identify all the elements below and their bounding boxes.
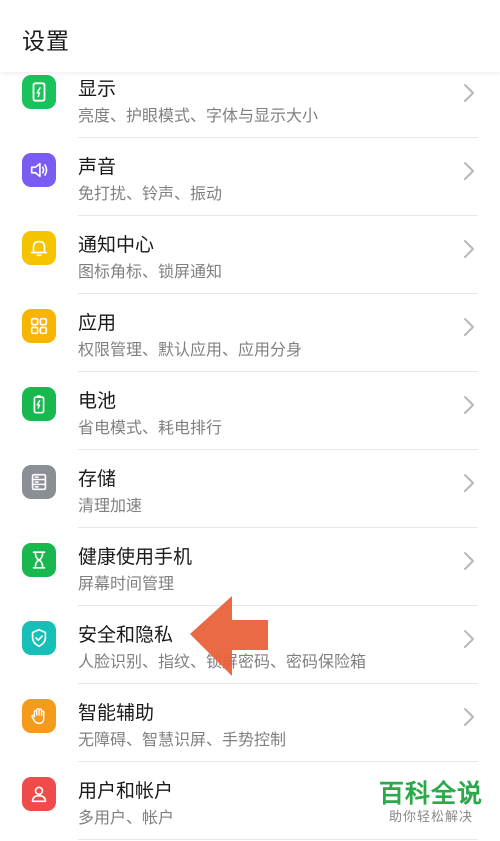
watermark-subtitle: 助你轻松解决 — [388, 810, 473, 825]
bell-icon — [22, 231, 56, 265]
settings-item-title: 通知中心 — [78, 234, 155, 256]
settings-item-battery[interactable]: 电池 省电模式、耗电排行 — [0, 372, 500, 450]
user-icon — [22, 777, 56, 811]
hourglass-icon — [22, 543, 56, 577]
settings-item-subtitle: 亮度、护眼模式、字体与显示大小 — [78, 106, 319, 125]
settings-item-apps[interactable]: 应用 权限管理、默认应用、应用分身 — [0, 294, 500, 372]
settings-item-notifications[interactable]: 通知中心 图标角标、锁屏通知 — [0, 216, 500, 294]
chevron-right-icon — [464, 240, 474, 258]
settings-item-title: 用户和帐户 — [78, 780, 174, 802]
page-title: 设置 — [22, 29, 70, 55]
settings-item-title: 安全和隐私 — [78, 624, 174, 646]
chevron-right-icon — [464, 474, 474, 492]
settings-list: 显示 亮度、护眼模式、字体与显示大小 声音 免打扰、铃声、振动 通知中心 图标角… — [0, 60, 500, 840]
chevron-right-icon — [464, 552, 474, 570]
settings-item-subtitle: 清理加速 — [78, 496, 143, 515]
battery-icon — [22, 387, 56, 421]
settings-item-subtitle: 免打扰、铃声、振动 — [78, 184, 223, 203]
settings-item-title: 声音 — [78, 156, 117, 178]
chevron-right-icon — [464, 708, 474, 726]
settings-item-title: 应用 — [78, 312, 117, 334]
settings-item-title: 显示 — [78, 78, 117, 100]
hand-icon — [22, 699, 56, 733]
annotation-arrow-icon — [190, 596, 268, 676]
watermark-title: 百科全说 — [378, 779, 483, 808]
settings-item-smart-assistance[interactable]: 智能辅助 无障碍、智慧识屏、手势控制 — [0, 684, 500, 762]
shield-icon — [22, 621, 56, 655]
settings-item-title: 健康使用手机 — [78, 546, 193, 568]
apps-grid-icon — [22, 309, 56, 343]
app-header: 设置 — [0, 0, 500, 72]
settings-item-subtitle: 无障碍、智慧识屏、手势控制 — [78, 730, 287, 749]
settings-item-subtitle: 多用户、帐户 — [78, 808, 175, 827]
chevron-right-icon — [464, 162, 474, 180]
chevron-right-icon — [464, 396, 474, 414]
settings-item-subtitle: 权限管理、默认应用、应用分身 — [78, 340, 303, 359]
settings-item-subtitle: 图标角标、锁屏通知 — [78, 262, 223, 281]
settings-item-title: 电池 — [78, 390, 117, 412]
settings-item-title: 存储 — [78, 468, 117, 490]
chevron-right-icon — [464, 630, 474, 648]
chevron-right-icon — [464, 84, 474, 102]
settings-item-subtitle: 省电模式、耗电排行 — [78, 418, 223, 437]
settings-item-title: 智能辅助 — [78, 702, 155, 724]
settings-item-sound[interactable]: 声音 免打扰、铃声、振动 — [0, 138, 500, 216]
storage-icon — [22, 465, 56, 499]
speaker-icon — [22, 153, 56, 187]
chevron-right-icon — [464, 318, 474, 336]
display-icon — [22, 75, 56, 109]
divider — [78, 839, 478, 840]
settings-item-storage[interactable]: 存储 清理加速 — [0, 450, 500, 528]
watermark: 百科全说 助你轻松解决 — [376, 779, 486, 827]
settings-item-subtitle: 屏幕时间管理 — [78, 574, 175, 593]
